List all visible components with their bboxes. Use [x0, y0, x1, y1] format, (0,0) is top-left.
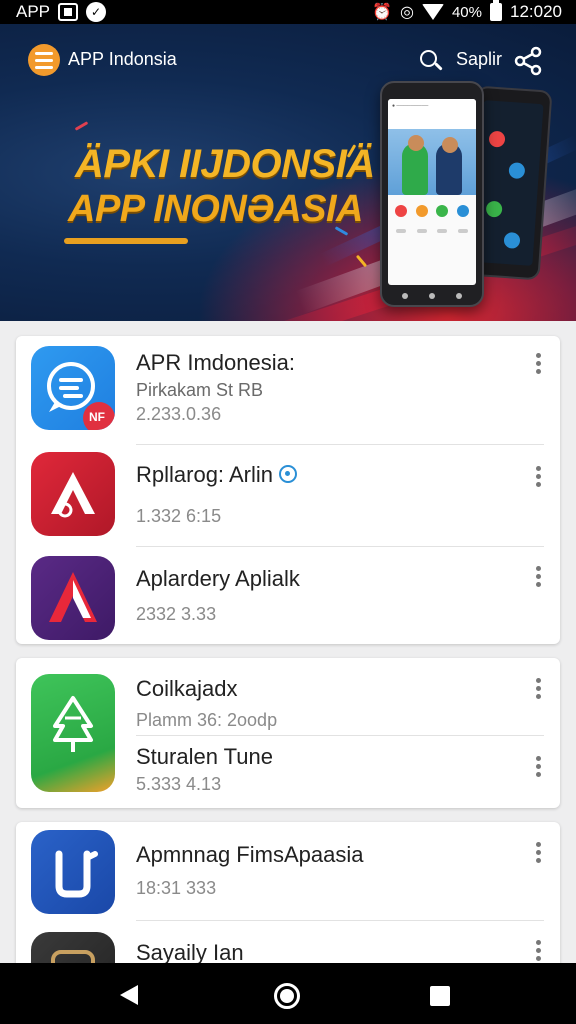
- battery-percent: 40%: [451, 3, 482, 21]
- more-options-icon[interactable]: [528, 754, 548, 778]
- battery-icon: [490, 0, 502, 21]
- more-options-icon[interactable]: [528, 676, 548, 700]
- back-icon[interactable]: [120, 985, 138, 1005]
- app-badge-icon: ✓: [86, 2, 107, 22]
- header-title: APP Indonsia: [68, 49, 177, 69]
- app-meta: 2332 3.33: [136, 604, 217, 624]
- alarm-icon: ⏰: [372, 4, 392, 21]
- notification-box-icon: [58, 3, 79, 21]
- app-meta: 18:31 333: [136, 878, 217, 898]
- app-name: Apmnnag FimsApaasia: [136, 842, 364, 867]
- app-name-text: Rpllarog: Arlin: [136, 462, 273, 487]
- more-options-icon[interactable]: [528, 840, 548, 864]
- list-item[interactable]: Coilkajadx Plamm 36: 2oodp: [16, 658, 560, 792]
- wifi-icon: [421, 4, 444, 20]
- banner-underline: [64, 238, 188, 244]
- list-item[interactable]: NF APR Imdonesia: Pirkakam St RB 2.233.0…: [16, 336, 560, 440]
- banner-headline: ÄPKI IIJDONSIÄ: [75, 142, 375, 186]
- search-label[interactable]: Saplir: [456, 49, 502, 70]
- app-subtitle: Plamm 36: 2oodp: [136, 710, 278, 730]
- divider: [136, 444, 544, 445]
- app-badge-label: NF: [89, 410, 105, 424]
- list-item[interactable]: Sturalen Tune 5.333 4.13: [16, 736, 560, 806]
- list-item[interactable]: Apmnnag FimsApaasia 18:31 333: [16, 822, 560, 922]
- divider: [136, 920, 544, 921]
- more-options-icon[interactable]: [528, 938, 548, 962]
- app-name: Rpllarog: Arlin: [136, 462, 297, 488]
- app-list-card: Coilkajadx Plamm 36: 2oodp Sturalen Tune…: [16, 658, 560, 808]
- app-name: APR Imdonesia:: [136, 350, 295, 375]
- blue-chat-app-icon: NF: [31, 346, 115, 430]
- app-list-card: NF APR Imdonesia: Pirkakam St RB 2.233.0…: [16, 336, 560, 644]
- recents-icon[interactable]: [430, 986, 450, 1006]
- status-bar: APP ✓ ⏰ ◎ 40% 12:020: [0, 0, 576, 24]
- app-name: Sturalen Tune: [136, 744, 273, 769]
- hamburger-icon[interactable]: [28, 44, 60, 76]
- home-icon[interactable]: [274, 983, 300, 1009]
- app-name: Coilkajadx: [136, 676, 238, 701]
- app-meta: 5.333 4.13: [136, 774, 222, 794]
- system-nav-bar: [0, 963, 576, 1024]
- list-item[interactable]: Rpllarog: Arlin 1.332 6:15: [16, 446, 560, 546]
- more-options-icon[interactable]: [528, 464, 548, 488]
- hero-banner[interactable]: APP Indonsia Saplir ÄPKI IIJDONSIÄ APP I…: [0, 24, 576, 321]
- verified-icon: [278, 465, 297, 483]
- app-meta: 2.233.0.36: [136, 404, 222, 424]
- share-icon[interactable]: [514, 46, 542, 76]
- banner-subheadline: APP INONƏASIA: [68, 188, 363, 230]
- purple-a-app-icon: [31, 556, 115, 640]
- list-item[interactable]: Aplardery Aplialk 2332 3.33: [16, 546, 560, 646]
- app-subtitle: Pirkakam St RB: [136, 380, 264, 400]
- red-a-app-icon: [31, 452, 115, 536]
- hotspot-icon: ◎: [400, 4, 414, 21]
- status-app-label: APP: [16, 2, 51, 21]
- more-options-icon[interactable]: [528, 351, 548, 375]
- app-name: Aplardery Aplialk: [136, 566, 300, 591]
- search-icon[interactable]: [418, 48, 444, 74]
- more-options-icon[interactable]: [528, 564, 548, 588]
- app-list-card: Apmnnag FimsApaasia 18:31 333 Sayaily Ia…: [16, 822, 560, 1016]
- blue-j-app-icon: [31, 830, 115, 914]
- app-meta: 1.332 6:15: [136, 506, 222, 526]
- phone-mockup-front: ● ─────────: [380, 81, 484, 307]
- status-time: 12:020: [510, 2, 562, 21]
